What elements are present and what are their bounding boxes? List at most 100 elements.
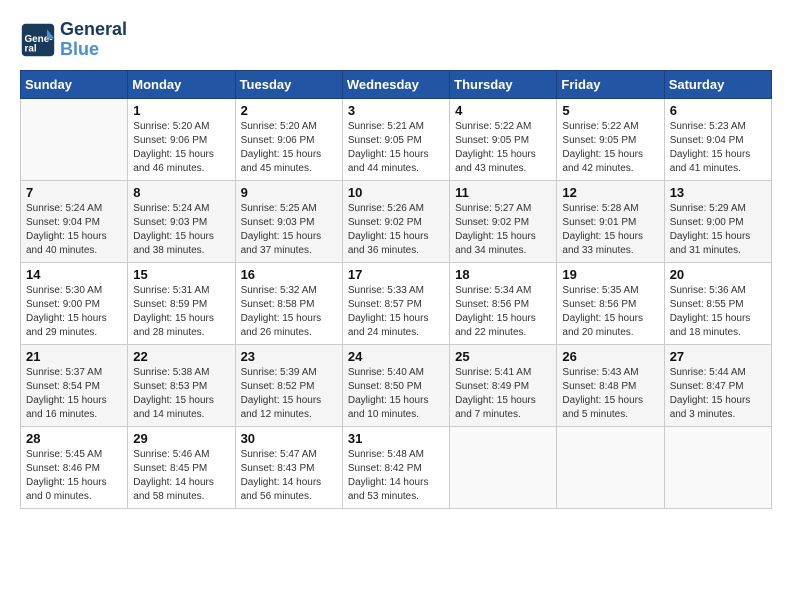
day-number: 5 (562, 103, 658, 118)
calendar-cell: 31Sunrise: 5:48 AM Sunset: 8:42 PM Dayli… (342, 426, 449, 508)
day-number: 25 (455, 349, 551, 364)
day-info: Sunrise: 5:41 AM Sunset: 8:49 PM Dayligh… (455, 366, 551, 422)
calendar-cell: 29 Sunrise: 5:46 AM Sunset: 8:45 PM Dayli… (128, 426, 235, 508)
calendar-header-row: SundayMondayTuesdayWednesdayThursdayFrid… (21, 70, 772, 98)
day-info: Sunrise: 5:35 AM Sunset: 8:56 PM Dayligh… (562, 284, 658, 340)
day-number: 24 (348, 349, 444, 364)
calendar-cell: 3Sunrise: 5:21 AM Sunset: 9:05 PM Daylig… (342, 98, 449, 180)
calendar-cell: 15Sunrise: 5:31 AM Sunset: 8:59 PM Dayli… (128, 262, 235, 344)
day-number: 27 (670, 349, 766, 364)
day-number: 28 (26, 431, 122, 446)
day-info: Sunrise: 5:40 AM Sunset: 8:50 PM Dayligh… (348, 366, 444, 422)
calendar-cell: 17 Sunrise: 5:33 AM Sunset: 8:57 PM Dayli… (342, 262, 449, 344)
calendar-cell: 19 Sunrise: 5:35 AM Sunset: 8:56 PM Dayli… (557, 262, 664, 344)
calendar-cell: 6 Sunrise: 5:23 AM Sunset: 9:04 PM Daylig… (664, 98, 771, 180)
calendar-cell (450, 426, 557, 508)
day-number: 11 (455, 185, 551, 200)
day-info: Sunrise: 5:29 AM Sunset: 9:00 PM Dayligh… (670, 202, 766, 258)
day-info: Sunrise: 5:24 AM Sunset: 9:03 PM Dayligh… (133, 202, 229, 258)
day-info: Sunrise: 5:38 AM Sunset: 8:53 PM Dayligh… (133, 366, 229, 422)
calendar-cell: 24 Sunrise: 5:40 AM Sunset: 8:50 PM Dayli… (342, 344, 449, 426)
calendar-cell (557, 426, 664, 508)
day-number: 26 (562, 349, 658, 364)
calendar-cell (664, 426, 771, 508)
calendar-cell: 2 Sunrise: 5:20 AM Sunset: 9:06 PM Daylig… (235, 98, 342, 180)
calendar-week-row: 21 Sunrise: 5:37 AM Sunset: 8:54 PM Dayli… (21, 344, 772, 426)
calendar-cell: 12Sunrise: 5:28 AM Sunset: 9:01 PM Dayli… (557, 180, 664, 262)
calendar-cell: 7 Sunrise: 5:24 AM Sunset: 9:04 PM Daylig… (21, 180, 128, 262)
day-info: Sunrise: 5:46 AM Sunset: 8:45 PM Dayligh… (133, 448, 229, 504)
logo-text: General Blue (60, 20, 127, 60)
day-number: 22 (133, 349, 229, 364)
day-number: 23 (241, 349, 337, 364)
day-number: 19 (562, 267, 658, 282)
day-number: 8 (133, 185, 229, 200)
calendar-cell: 13Sunrise: 5:29 AM Sunset: 9:00 PM Dayli… (664, 180, 771, 262)
day-number: 20 (670, 267, 766, 282)
day-info: Sunrise: 5:30 AM Sunset: 9:00 PM Dayligh… (26, 284, 122, 340)
day-info: Sunrise: 5:43 AM Sunset: 8:48 PM Dayligh… (562, 366, 658, 422)
calendar-cell (21, 98, 128, 180)
calendar-cell: 4 Sunrise: 5:22 AM Sunset: 9:05 PM Daylig… (450, 98, 557, 180)
day-number: 16 (241, 267, 337, 282)
calendar-cell: 20Sunrise: 5:36 AM Sunset: 8:55 PM Dayli… (664, 262, 771, 344)
day-number: 14 (26, 267, 122, 282)
calendar-table: SundayMondayTuesdayWednesdayThursdayFrid… (20, 70, 772, 509)
day-number: 4 (455, 103, 551, 118)
day-info: Sunrise: 5:34 AM Sunset: 8:56 PM Dayligh… (455, 284, 551, 340)
day-number: 7 (26, 185, 122, 200)
day-number: 6 (670, 103, 766, 118)
day-info: Sunrise: 5:22 AM Sunset: 9:05 PM Dayligh… (455, 120, 551, 176)
day-info: Sunrise: 5:20 AM Sunset: 9:06 PM Dayligh… (241, 120, 337, 176)
calendar-cell: 9 Sunrise: 5:25 AM Sunset: 9:03 PM Daylig… (235, 180, 342, 262)
day-info: Sunrise: 5:39 AM Sunset: 8:52 PM Dayligh… (241, 366, 337, 422)
day-number: 1 (133, 103, 229, 118)
day-info: Sunrise: 5:33 AM Sunset: 8:57 PM Dayligh… (348, 284, 444, 340)
calendar-cell: 23 Sunrise: 5:39 AM Sunset: 8:52 PM Dayli… (235, 344, 342, 426)
day-info: Sunrise: 5:21 AM Sunset: 9:05 PM Dayligh… (348, 120, 444, 176)
day-info: Sunrise: 5:23 AM Sunset: 9:04 PM Dayligh… (670, 120, 766, 176)
calendar-cell: 1Sunrise: 5:20 AM Sunset: 9:06 PM Daylig… (128, 98, 235, 180)
day-number: 2 (241, 103, 337, 118)
calendar-week-row: 28 Sunrise: 5:45 AM Sunset: 8:46 PM Dayli… (21, 426, 772, 508)
calendar-cell: 28 Sunrise: 5:45 AM Sunset: 8:46 PM Dayli… (21, 426, 128, 508)
calendar-cell: 14 Sunrise: 5:30 AM Sunset: 9:00 PM Dayli… (21, 262, 128, 344)
calendar-cell: 25 Sunrise: 5:41 AM Sunset: 8:49 PM Dayli… (450, 344, 557, 426)
calendar-week-row: 1 Sunrise: 5:20 AM Sunset: 9:06 PM Daylig… (21, 98, 772, 180)
day-info: Sunrise: 5:44 AM Sunset: 8:47 PM Dayligh… (670, 366, 766, 422)
calendar-cell: 22 Sunrise: 5:38 AM Sunset: 8:53 PM Dayli… (128, 344, 235, 426)
day-number: 18 (455, 267, 551, 282)
day-info: Sunrise: 5:24 AM Sunset: 9:04 PM Dayligh… (26, 202, 122, 258)
day-number: 10 (348, 185, 444, 200)
calendar-cell: 16Sunrise: 5:32 AM Sunset: 8:58 PM Dayli… (235, 262, 342, 344)
day-number: 29 (133, 431, 229, 446)
calendar-cell: 27 Sunrise: 5:44 AM Sunset: 8:47 PM Dayli… (664, 344, 771, 426)
day-number: 17 (348, 267, 444, 282)
day-number: 30 (241, 431, 337, 446)
column-header-tuesday: Tuesday (235, 70, 342, 98)
logo: Gene- ral General Blue (20, 20, 127, 60)
calendar-cell: 11 Sunrise: 5:27 AM Sunset: 9:02 PM Dayli… (450, 180, 557, 262)
column-header-monday: Monday (128, 70, 235, 98)
calendar-week-row: 14 Sunrise: 5:30 AM Sunset: 9:00 PM Dayli… (21, 262, 772, 344)
day-info: Sunrise: 5:26 AM Sunset: 9:02 PM Dayligh… (348, 202, 444, 258)
column-header-thursday: Thursday (450, 70, 557, 98)
day-number: 21 (26, 349, 122, 364)
calendar-cell: 5Sunrise: 5:22 AM Sunset: 9:05 PM Daylig… (557, 98, 664, 180)
day-info: Sunrise: 5:47 AM Sunset: 8:43 PM Dayligh… (241, 448, 337, 504)
day-info: Sunrise: 5:45 AM Sunset: 8:46 PM Dayligh… (26, 448, 122, 504)
calendar-week-row: 7 Sunrise: 5:24 AM Sunset: 9:04 PM Daylig… (21, 180, 772, 262)
calendar-cell: 10 Sunrise: 5:26 AM Sunset: 9:02 PM Dayli… (342, 180, 449, 262)
calendar-cell: 26 Sunrise: 5:43 AM Sunset: 8:48 PM Dayli… (557, 344, 664, 426)
column-header-sunday: Sunday (21, 70, 128, 98)
svg-text:ral: ral (25, 43, 37, 54)
day-number: 15 (133, 267, 229, 282)
day-info: Sunrise: 5:37 AM Sunset: 8:54 PM Dayligh… (26, 366, 122, 422)
calendar-cell: 21 Sunrise: 5:37 AM Sunset: 8:54 PM Dayli… (21, 344, 128, 426)
day-info: Sunrise: 5:27 AM Sunset: 9:02 PM Dayligh… (455, 202, 551, 258)
day-info: Sunrise: 5:48 AM Sunset: 8:42 PM Dayligh… (348, 448, 444, 504)
day-info: Sunrise: 5:25 AM Sunset: 9:03 PM Dayligh… (241, 202, 337, 258)
column-header-friday: Friday (557, 70, 664, 98)
column-header-saturday: Saturday (664, 70, 771, 98)
day-number: 9 (241, 185, 337, 200)
